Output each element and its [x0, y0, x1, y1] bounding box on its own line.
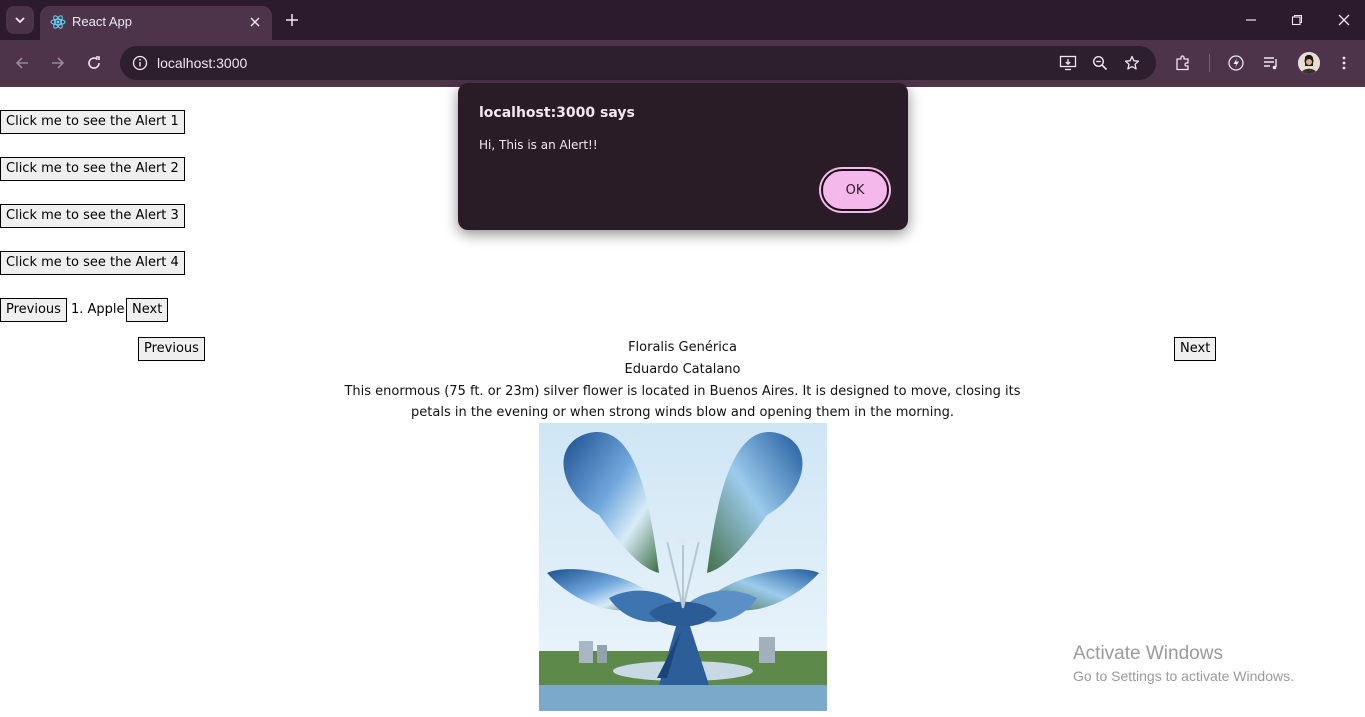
more-menu-button[interactable]	[1332, 51, 1356, 75]
fruit-next-button[interactable]: Next	[126, 298, 169, 322]
install-app-icon	[1059, 55, 1077, 71]
artwork-artist: Eduardo Catalano	[624, 362, 741, 377]
alert-dialog-title: localhost:3000 says	[479, 105, 635, 121]
bookmark-star-icon	[1124, 55, 1140, 70]
restore-button[interactable]	[1285, 8, 1309, 32]
tab-react-app[interactable]: React App	[40, 6, 272, 40]
zoom-button[interactable]	[1088, 51, 1112, 75]
zoom-icon	[1092, 55, 1108, 71]
site-info-button[interactable]	[128, 51, 152, 75]
address-bar[interactable]: localhost:3000	[120, 46, 1156, 80]
forward-icon	[52, 57, 65, 69]
alert-2-button[interactable]: Click me to see the Alert 2	[0, 157, 185, 181]
url-text[interactable]: localhost:3000	[157, 55, 247, 71]
more-menu-icon	[1342, 56, 1346, 70]
gallery-next-button[interactable]: Next	[1174, 337, 1217, 361]
avatar-image	[1298, 52, 1320, 74]
floralis-generica-picture	[539, 423, 827, 711]
artwork-image	[539, 423, 827, 711]
browser-toolbar: localhost:3000	[0, 40, 1365, 87]
media-controls-button[interactable]	[1259, 51, 1283, 75]
alert-ok-button[interactable]: OK	[821, 169, 889, 211]
extensions-button[interactable]	[1171, 51, 1195, 75]
extensions-icon	[1176, 55, 1189, 71]
bookmark-button[interactable]	[1120, 51, 1144, 75]
artwork-description-line2: petals in the evening or when strong win…	[411, 405, 954, 420]
plus-icon	[286, 14, 298, 26]
tab-title: React App	[72, 14, 132, 29]
chevron-down-icon	[15, 17, 25, 24]
activate-windows-subtitle: Go to Settings to activate Windows.	[1073, 668, 1294, 684]
site-info-icon	[132, 55, 148, 71]
reload-button[interactable]	[82, 51, 106, 75]
forward-button[interactable]	[46, 51, 70, 75]
close-icon	[1338, 14, 1350, 26]
artwork-title: Floralis Genérica	[628, 340, 737, 355]
close-icon	[250, 17, 260, 27]
reload-icon	[88, 56, 100, 69]
new-tab-button[interactable]	[282, 10, 302, 30]
back-button[interactable]	[10, 51, 34, 75]
performance-button[interactable]	[1224, 51, 1248, 75]
profile-avatar[interactable]	[1298, 52, 1320, 74]
react-favicon-icon	[50, 15, 66, 29]
activate-windows-title: Activate Windows	[1073, 643, 1223, 664]
install-app-button[interactable]	[1056, 51, 1080, 75]
tab-search-button[interactable]	[6, 6, 34, 34]
tab-strip: React App	[0, 0, 1365, 40]
back-icon	[15, 57, 28, 69]
close-window-button[interactable]	[1332, 8, 1356, 32]
gallery-previous-button[interactable]: Previous	[138, 337, 205, 361]
toolbar-divider	[1209, 54, 1210, 72]
alert-4-button[interactable]: Click me to see the Alert 4	[0, 251, 185, 275]
minimize-button[interactable]	[1239, 8, 1263, 32]
alert-3-button[interactable]: Click me to see the Alert 3	[0, 204, 185, 228]
tab-close-button[interactable]	[246, 13, 264, 31]
fruit-current-label: 1. Apple	[71, 302, 125, 317]
fruit-previous-button[interactable]: Previous	[0, 298, 67, 322]
minimize-icon	[1246, 19, 1256, 21]
alert-dialog-message: Hi, This is an Alert!!	[479, 138, 598, 152]
performance-icon	[1228, 55, 1244, 71]
alert-1-button[interactable]: Click me to see the Alert 1	[0, 110, 185, 134]
alert-dialog: localhost:3000 says Hi, This is an Alert…	[458, 83, 908, 230]
artwork-description-line1: This enormous (75 ft. or 23m) silver flo…	[344, 384, 1021, 399]
restore-icon	[1291, 14, 1303, 26]
media-controls-icon	[1264, 57, 1277, 70]
